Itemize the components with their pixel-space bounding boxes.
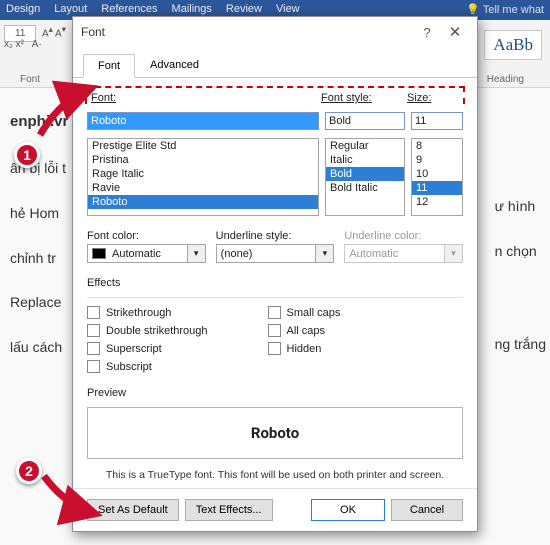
preview-label: Preview (87, 387, 463, 399)
close-icon[interactable]: ✕ (441, 23, 469, 41)
set-default-button[interactable]: Set As Default (87, 499, 179, 521)
preview-text: Roboto (251, 424, 299, 442)
list-item[interactable]: Roboto (88, 195, 318, 209)
underline-color-combo: Automatic ▾ (344, 244, 463, 263)
bg-tab: Layout (54, 3, 87, 17)
chevron-down-icon[interactable]: ▾ (316, 244, 334, 263)
checkbox-hidden[interactable]: Hidden (268, 342, 341, 355)
font-color-label: Font color: (87, 230, 139, 242)
annotation-1: 1 (14, 142, 40, 168)
preview-note: This is a TrueType font. This font will … (87, 469, 463, 481)
size-input[interactable]: 11 (411, 112, 463, 130)
list-item[interactable]: Regular (326, 139, 404, 153)
bg-tab: Review (226, 3, 262, 17)
list-item[interactable]: Bold Italic (326, 181, 404, 195)
help-icon[interactable]: ? (413, 25, 441, 40)
checkbox-all-caps[interactable]: All caps (268, 324, 341, 337)
tab-font[interactable]: Font (83, 54, 135, 78)
cancel-button[interactable]: Cancel (391, 499, 463, 521)
underline-color-label: Underline color: (344, 230, 421, 242)
dialog-title: Font (81, 25, 105, 39)
font-color-combo[interactable]: Automatic ▾ (87, 244, 206, 263)
size-listbox[interactable]: 8 9 10 11 12 (411, 138, 463, 216)
font-input[interactable]: Roboto (87, 112, 319, 130)
ok-button[interactable]: OK (311, 499, 385, 521)
annotation-2: 2 (16, 458, 42, 484)
font-dialog: Font ? ✕ Font Advanced Font: Font style:… (72, 16, 478, 532)
font-listbox[interactable]: Prestige Elite Std Pristina Rage Italic … (87, 138, 319, 216)
checkbox-strikethrough[interactable]: Strikethrough (87, 306, 208, 319)
list-item[interactable]: 11 (412, 181, 462, 195)
list-item[interactable]: 8 (412, 139, 462, 153)
bg-tab: References (101, 3, 157, 17)
bg-tab: Mailings (172, 3, 212, 17)
underline-style-combo[interactable]: (none) ▾ (216, 244, 335, 263)
checkbox-subscript[interactable]: Subscript (87, 360, 208, 373)
bg-doc-right: ư hình n chọn ng trắng (495, 88, 546, 366)
style-label: Font style: (321, 92, 372, 104)
bg-fontsize-box: 11 A▴ A▾ x₂ x² A· (4, 24, 66, 50)
list-item[interactable]: Prestige Elite Std (88, 139, 318, 153)
bg-group-font: Font (20, 74, 40, 85)
checkbox-small-caps[interactable]: Small caps (268, 306, 341, 319)
list-item[interactable]: 12 (412, 195, 462, 209)
chevron-down-icon[interactable]: ▾ (188, 244, 206, 263)
checkbox-double-strikethrough[interactable]: Double strikethrough (87, 324, 208, 337)
highlight-box: Font: Font style: Size: (85, 86, 465, 104)
font-label: Font: (91, 92, 116, 104)
preview-box: Roboto (87, 407, 463, 459)
bg-group-heading: Heading (487, 74, 524, 85)
bg-tab: View (276, 3, 300, 17)
checkbox-superscript[interactable]: Superscript (87, 342, 208, 355)
style-input[interactable]: Bold (325, 112, 405, 130)
size-label: Size: (407, 92, 431, 104)
bg-tell-me: 💡 Tell me what (466, 3, 544, 17)
dialog-tabs: Font Advanced (73, 47, 477, 78)
list-item[interactable]: Pristina (88, 153, 318, 167)
list-item[interactable]: Rage Italic (88, 167, 318, 181)
list-item[interactable]: Bold (326, 167, 404, 181)
list-item[interactable]: Ravie (88, 181, 318, 195)
list-item[interactable]: Italic (326, 153, 404, 167)
style-listbox[interactable]: Regular Italic Bold Bold Italic (325, 138, 405, 216)
bg-style-sample: AaBb (484, 30, 542, 60)
underline-style-label: Underline style: (216, 230, 292, 242)
chevron-down-icon: ▾ (445, 244, 463, 263)
list-item[interactable]: 10 (412, 167, 462, 181)
tab-advanced[interactable]: Advanced (135, 53, 214, 77)
color-swatch (92, 248, 106, 259)
effects-label: Effects (87, 277, 463, 289)
text-effects-button[interactable]: Text Effects... (185, 499, 273, 521)
dialog-titlebar: Font ? ✕ (73, 17, 477, 47)
bg-tab: Design (6, 3, 40, 17)
list-item[interactable]: 9 (412, 153, 462, 167)
